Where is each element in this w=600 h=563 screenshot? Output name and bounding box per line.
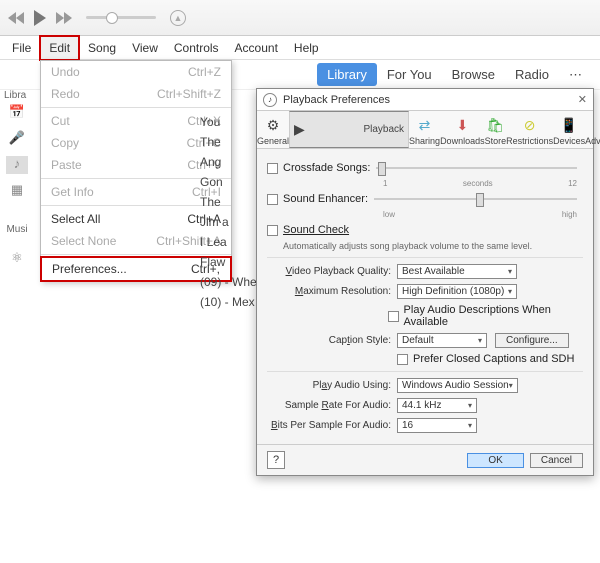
gear-icon: ⚙ <box>257 115 289 135</box>
tab-advanced[interactable]: ⚙Advanced <box>585 111 600 148</box>
list-item[interactable]: Ang <box>200 152 257 172</box>
play-icon[interactable] <box>32 10 48 26</box>
bps-label: Bits Per Sample For Audio: <box>267 420 397 431</box>
crossfade-checkbox[interactable] <box>267 163 278 174</box>
list-item[interactable]: The <box>200 192 257 212</box>
prefs-tabs: ⚙General ▶Playback ⇄Sharing ⬇Downloads 🛍… <box>257 111 593 149</box>
chevron-down-icon: ▾ <box>508 267 512 276</box>
bps-select[interactable]: 16▾ <box>397 418 477 433</box>
sharing-icon: ⇄ <box>409 115 440 135</box>
chevron-down-icon: ▾ <box>508 287 512 296</box>
soundcheck-checkbox[interactable] <box>267 225 278 236</box>
sidebar-icons: 📅 🎤 ♪ ▦ Musi ⚛ <box>6 104 28 268</box>
store-icon: 🛍 <box>485 115 507 135</box>
player-toolbar: ▲ <box>0 0 600 36</box>
chevron-down-icon: ▾ <box>509 381 513 390</box>
tab-radio[interactable]: Radio <box>505 63 559 86</box>
soundcheck-label: Sound Check <box>283 224 349 236</box>
list-item[interactable]: (10) - Mex <box>200 292 257 312</box>
cancel-button[interactable]: Cancel <box>530 453 583 468</box>
volume-slider[interactable] <box>86 16 156 19</box>
preferences-dialog: ♪ Playback Preferences ✕ ⚙General ▶Playba… <box>256 88 594 476</box>
menu-undo[interactable]: UndoCtrl+Z <box>41 61 231 83</box>
tab-sharing[interactable]: ⇄Sharing <box>409 111 440 148</box>
crossfade-slider[interactable] <box>376 167 577 169</box>
menu-song[interactable]: Song <box>80 37 124 59</box>
dialog-title: Playback Preferences <box>283 94 390 106</box>
menu-bar: File Edit Song View Controls Account Hel… <box>0 36 600 60</box>
menu-help[interactable]: Help <box>286 37 327 59</box>
enhancer-checkbox[interactable] <box>267 194 278 205</box>
maxres-label: Maximum Resolution: <box>267 286 397 297</box>
atom-icon[interactable]: ⚛ <box>6 250 28 268</box>
list-item[interactable]: Jim a <box>200 212 257 232</box>
tab-foryou[interactable]: For You <box>377 63 442 86</box>
tab-general[interactable]: ⚙General <box>257 111 289 148</box>
tab-store[interactable]: 🛍Store <box>485 111 507 148</box>
tab-downloads[interactable]: ⬇Downloads <box>440 111 485 148</box>
advanced-icon: ⚙ <box>585 115 600 135</box>
playdesc-checkbox[interactable] <box>388 311 399 322</box>
airplay-icon[interactable]: ▲ <box>170 10 186 26</box>
menu-account[interactable]: Account <box>227 37 286 59</box>
music-note-icon[interactable]: ♪ <box>6 156 28 174</box>
vpq-label: Video Playback Quality: <box>267 266 397 277</box>
sidebar-music-label: Musi <box>6 224 28 242</box>
sr-select[interactable]: 44.1 kHz▾ <box>397 398 477 413</box>
prev-icon[interactable] <box>8 12 24 24</box>
help-button[interactable]: ? <box>267 451 285 469</box>
song-list: You The Ang Gon The Jim a I Lea Flaw (09… <box>200 112 257 312</box>
tab-more[interactable]: ⋯ <box>559 63 592 87</box>
caption-select[interactable]: Default▾ <box>397 333 487 348</box>
menu-file[interactable]: File <box>4 37 39 59</box>
list-item[interactable]: (09) - Whe <box>200 272 257 292</box>
enhancer-slider[interactable] <box>374 198 577 200</box>
crossfade-label: Crossfade Songs: <box>283 162 370 174</box>
caption-label: Caption Style: <box>267 335 397 346</box>
list-item[interactable]: The <box>200 132 257 152</box>
chevron-down-icon: ▾ <box>468 401 472 410</box>
grid-icon[interactable]: ▦ <box>6 182 28 200</box>
play-circle-icon: ▶ <box>294 119 305 139</box>
pau-label: Play Audio Using: <box>267 380 397 391</box>
sr-label: Sample Rate For Audio: <box>267 400 397 411</box>
list-item[interactable]: You <box>200 112 257 132</box>
soundcheck-note: Automatically adjusts song playback volu… <box>283 241 583 251</box>
download-icon: ⬇ <box>440 115 485 135</box>
vpq-select[interactable]: Best Available▾ <box>397 264 517 279</box>
list-item[interactable]: Flaw <box>200 252 257 272</box>
tab-library[interactable]: Library <box>317 63 377 86</box>
tab-devices[interactable]: 📱Devices <box>553 111 585 148</box>
chevron-down-icon: ▾ <box>478 336 482 345</box>
list-item[interactable]: Gon <box>200 172 257 192</box>
tab-restrictions[interactable]: ⊘Restrictions <box>506 111 553 148</box>
close-icon[interactable]: ✕ <box>578 93 587 106</box>
prefcc-checkbox[interactable] <box>397 354 408 365</box>
restrictions-icon: ⊘ <box>506 115 553 135</box>
dialog-titlebar: ♪ Playback Preferences ✕ <box>257 89 593 111</box>
tab-browse[interactable]: Browse <box>442 63 505 86</box>
next-icon[interactable] <box>56 12 72 24</box>
menu-edit[interactable]: Edit <box>39 35 80 61</box>
calendar-icon[interactable]: 📅 <box>6 104 28 122</box>
menu-view[interactable]: View <box>124 37 166 59</box>
menu-redo[interactable]: RedoCtrl+Shift+Z <box>41 83 231 105</box>
list-item[interactable]: I Lea <box>200 232 257 252</box>
sidebar-library-label: Libra <box>4 90 40 101</box>
mic-icon[interactable]: 🎤 <box>6 130 28 148</box>
ok-button[interactable]: OK <box>467 453 523 468</box>
tab-playback[interactable]: ▶Playback <box>289 111 409 148</box>
maxres-select[interactable]: High Definition (1080p)▾ <box>397 284 517 299</box>
prefs-icon: ♪ <box>263 93 277 107</box>
enhancer-label: Sound Enhancer: <box>283 193 368 205</box>
devices-icon: 📱 <box>553 115 585 135</box>
menu-controls[interactable]: Controls <box>166 37 227 59</box>
chevron-down-icon: ▾ <box>468 421 472 430</box>
configure-button[interactable]: Configure... <box>495 333 569 348</box>
dialog-footer: ? OK Cancel <box>257 444 593 475</box>
pau-select[interactable]: Windows Audio Session▾ <box>397 378 518 393</box>
